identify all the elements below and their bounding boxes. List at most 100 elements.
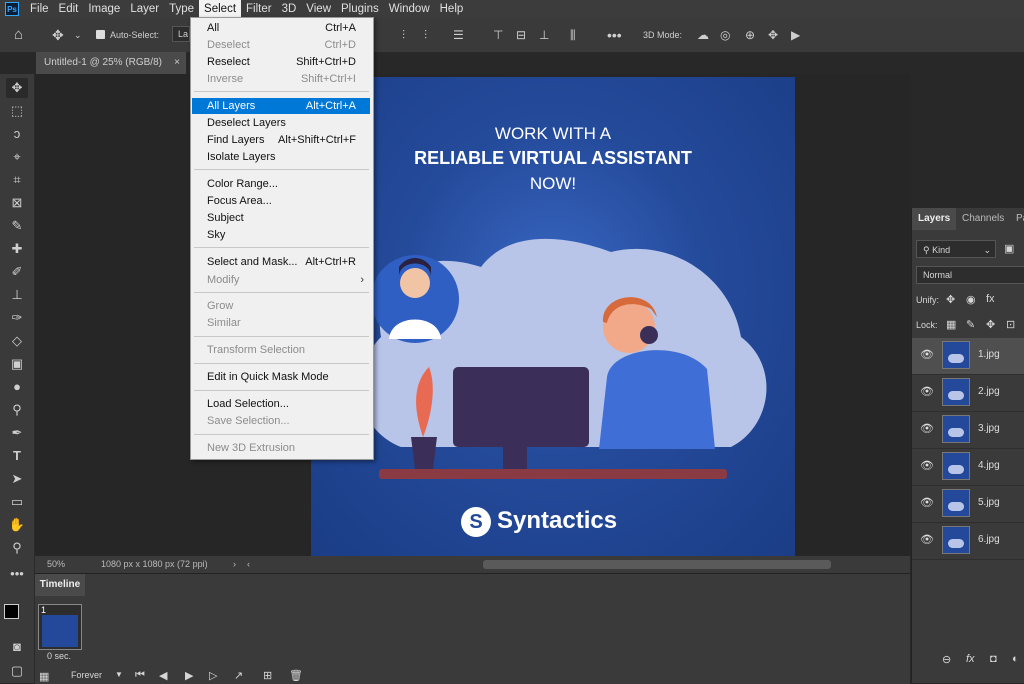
tab-layers[interactable]: Layers <box>912 208 957 230</box>
history-brush-icon[interactable]: ✑ <box>6 308 28 328</box>
close-icon[interactable]: × <box>174 52 180 74</box>
menu-edit[interactable]: Edit <box>54 0 84 18</box>
layer-row[interactable]: 👁 6.jpg <box>912 523 1024 560</box>
menu-item-load-selection[interactable]: Load Selection... <box>192 396 370 412</box>
menu-item-quick-mask[interactable]: Edit in Quick Mask Mode <box>192 369 370 385</box>
menu-layer[interactable]: Layer <box>125 0 164 18</box>
distribute-vertical-icon[interactable]: ⫼ <box>570 26 576 44</box>
menu-item-all[interactable]: All Ctrl+A <box>192 20 370 36</box>
dodge-tool-icon[interactable]: ⚲ <box>6 400 28 420</box>
tab-channels[interactable]: Channels <box>956 208 1010 230</box>
eye-icon[interactable]: 👁 <box>920 496 934 509</box>
auto-select-dropdown[interactable]: La <box>172 26 190 42</box>
menu-image[interactable]: Image <box>83 0 125 18</box>
menu-item-transform-selection[interactable]: Transform Selection <box>192 342 370 358</box>
layer-name[interactable]: 2.jpg <box>978 386 1000 397</box>
lasso-tool-icon[interactable]: ↄ <box>6 124 28 144</box>
blend-mode-dropdown[interactable]: Normal <box>916 266 1024 284</box>
3d-slide-icon[interactable]: ✥ <box>768 26 778 44</box>
eraser-tool-icon[interactable]: ◇ <box>6 331 28 351</box>
crop-tool-icon[interactable]: ⌗ <box>6 170 28 190</box>
menu-item-isolate-layers[interactable]: Isolate Layers <box>192 149 370 165</box>
lock-artboard-icon[interactable]: ⊡ <box>1006 318 1015 331</box>
foreground-color-swatch[interactable] <box>4 604 19 619</box>
type-tool-icon[interactable]: T <box>6 446 28 466</box>
align-bottom-icon[interactable]: ⊥ <box>539 26 549 44</box>
layer-name[interactable]: 5.jpg <box>978 497 1000 508</box>
menu-plugins[interactable]: Plugins <box>336 0 384 18</box>
pen-tool-icon[interactable]: ✒ <box>6 423 28 443</box>
layer-name[interactable]: 3.jpg <box>978 423 1000 434</box>
menu-item-modify[interactable]: Modify › <box>192 272 370 288</box>
path-select-icon[interactable]: ➤ <box>6 469 28 489</box>
screen-mode-icon[interactable]: ▢ <box>6 661 28 681</box>
filter-image-icon[interactable]: ▣ <box>1004 242 1014 255</box>
photoshop-logo-icon[interactable]: Ps <box>5 2 19 16</box>
add-mask-icon[interactable]: ◘ <box>990 653 997 665</box>
menu-item-reselect[interactable]: Reselect Shift+Ctrl+D <box>192 54 370 70</box>
animation-frame[interactable]: 1 <box>38 604 82 650</box>
play-icon[interactable]: ▶ <box>185 669 193 682</box>
document-tab[interactable]: Untitled-1 @ 25% (RGB/8) × <box>36 52 186 74</box>
unify-style-icon[interactable]: fx <box>986 293 995 305</box>
duplicate-frame-icon[interactable]: ⊞ <box>263 669 272 682</box>
quick-mask-icon[interactable]: ◙ <box>6 637 28 657</box>
menu-3d[interactable]: 3D <box>277 0 302 18</box>
unify-position-icon[interactable]: ✥ <box>946 293 955 306</box>
menu-item-all-layers[interactable]: All Layers Alt+Ctrl+A <box>192 98 370 114</box>
delete-frame-icon[interactable]: 🗑 <box>289 669 303 682</box>
eye-icon[interactable]: 👁 <box>920 385 934 398</box>
gradient-tool-icon[interactable]: ▣ <box>6 354 28 374</box>
chevron-down-icon[interactable]: ▼ <box>115 670 123 679</box>
menu-item-subject[interactable]: Subject <box>192 210 370 226</box>
eyedropper-tool-icon[interactable]: ✎ <box>6 216 28 236</box>
align-right-icon[interactable]: ⫶ <box>424 26 427 44</box>
menu-item-similar[interactable]: Similar <box>192 315 370 331</box>
menu-file[interactable]: File <box>25 0 54 18</box>
filter-kind-dropdown[interactable]: ⚲ Kind ⌄ <box>916 240 996 258</box>
status-chevron-icon[interactable]: › <box>233 556 236 573</box>
menu-item-deselect[interactable]: Deselect Ctrl+D <box>192 37 370 53</box>
unify-visibility-icon[interactable]: ◉ <box>966 293 976 306</box>
scroll-left-icon[interactable]: ‹ <box>247 556 250 573</box>
menu-select[interactable]: Select <box>199 0 242 18</box>
chevron-down-icon[interactable]: ⌄ <box>74 26 82 44</box>
layer-row[interactable]: 👁 2.jpg <box>912 375 1024 412</box>
lock-brush-icon[interactable]: ✎ <box>966 318 975 331</box>
menu-filter[interactable]: Filter <box>241 0 277 18</box>
menu-view[interactable]: View <box>301 0 336 18</box>
hand-tool-icon[interactable]: ✋ <box>6 515 28 535</box>
menu-item-select-and-mask[interactable]: Select and Mask... Alt+Ctrl+R <box>192 254 370 270</box>
menu-item-save-selection[interactable]: Save Selection... <box>192 413 370 429</box>
rectangle-tool-icon[interactable]: ▭ <box>6 492 28 512</box>
home-icon[interactable]: ⌂ <box>14 26 23 44</box>
healing-brush-icon[interactable]: ✚ <box>6 239 28 259</box>
eye-icon[interactable]: 👁 <box>920 459 934 472</box>
marquee-tool-icon[interactable]: ⬚ <box>6 101 28 121</box>
layer-name[interactable]: 4.jpg <box>978 460 1000 471</box>
eye-icon[interactable]: 👁 <box>920 348 934 361</box>
align-middle-icon[interactable]: ⊟ <box>516 26 526 44</box>
link-layers-icon[interactable]: ⊖ <box>942 653 951 666</box>
menu-item-deselect-layers[interactable]: Deselect Layers <box>192 115 370 131</box>
more-options-icon[interactable]: ••• <box>607 26 622 44</box>
tween-icon[interactable]: ↗ <box>234 669 243 682</box>
menu-window[interactable]: Window <box>384 0 435 18</box>
menu-item-inverse[interactable]: Inverse Shift+Ctrl+I <box>192 71 370 87</box>
menu-item-grow[interactable]: Grow <box>192 298 370 314</box>
eye-icon[interactable]: 👁 <box>920 422 934 435</box>
edit-toolbar-icon[interactable]: ••• <box>6 564 28 584</box>
previous-frame-icon[interactable]: ◀ <box>159 669 167 682</box>
frame-tool-icon[interactable]: ⊠ <box>6 193 28 213</box>
layer-row[interactable]: 👁 1.jpg <box>912 338 1024 375</box>
first-frame-icon[interactable]: ⏮ <box>135 669 145 682</box>
loop-options[interactable]: Forever <box>71 670 102 680</box>
menu-item-find-layers[interactable]: Find Layers Alt+Shift+Ctrl+F <box>192 132 370 148</box>
layer-name[interactable]: 6.jpg <box>978 534 1000 545</box>
layer-name[interactable]: 1.jpg <box>978 349 1000 360</box>
3d-camera-icon[interactable]: ▶ <box>791 26 800 44</box>
convert-timeline-icon[interactable]: ▦ <box>39 670 49 683</box>
3d-roll-icon[interactable]: ◎ <box>720 26 730 44</box>
auto-select-checkbox[interactable] <box>96 30 105 39</box>
blur-tool-icon[interactable]: ● <box>6 377 28 397</box>
